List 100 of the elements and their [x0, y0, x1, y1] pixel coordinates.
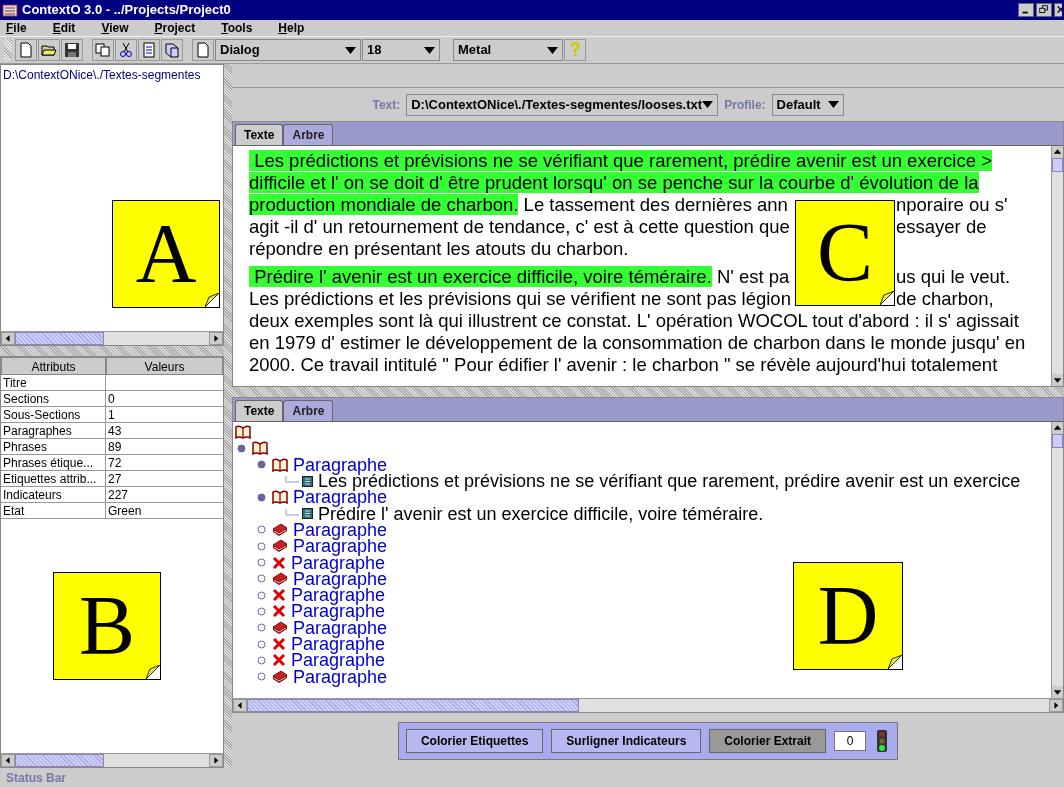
save-icon[interactable]	[61, 39, 83, 61]
collapsed-handle-icon[interactable]	[257, 590, 266, 600]
collapsed-handle-icon[interactable]	[257, 606, 266, 616]
body-text: us qui le veut.	[896, 266, 1011, 287]
table-cell: Etat	[1, 503, 106, 519]
highlighted-text: Les prédictions et prévisions ne se vérifiant que rarement, prédire avenir est un exercice >	[249, 150, 992, 171]
book-icon	[272, 539, 288, 554]
font-dropdown[interactable]: Dialog	[215, 39, 361, 61]
page-curl-icon	[146, 665, 160, 679]
column-header[interactable]: Valeurs	[106, 357, 223, 375]
open-folder-icon[interactable]	[38, 39, 60, 61]
vertical-scrollbar[interactable]	[1051, 146, 1063, 386]
body-text: agit -il d' un retournement de tendance, c' est à cette question que	[249, 216, 790, 237]
minimize-icon[interactable]	[1018, 3, 1034, 17]
profile-dropdown[interactable]: Default	[771, 93, 844, 116]
cross-icon	[272, 604, 286, 619]
dropdown-arrow-icon	[345, 46, 356, 54]
tree-connector-icon	[285, 508, 299, 519]
look-dropdown[interactable]: Metal	[453, 39, 563, 61]
menu-item[interactable]: Help	[278, 19, 305, 37]
toolbar-grip[interactable]	[4, 39, 12, 61]
document-stack-icon[interactable]	[161, 39, 183, 61]
scroll-thumb[interactable]	[1052, 158, 1063, 172]
expanded-handle-icon[interactable]	[237, 443, 246, 453]
profile-label: Profile:	[724, 96, 766, 114]
book-icon	[272, 571, 288, 586]
tab[interactable]: Texte	[235, 400, 284, 421]
collapsed-handle-icon[interactable]	[257, 672, 266, 682]
scroll-thumb[interactable]	[15, 754, 104, 767]
expanded-handle-icon[interactable]	[257, 460, 266, 470]
collapsed-handle-icon[interactable]	[257, 639, 266, 649]
collapsed-handle-icon[interactable]	[257, 525, 266, 535]
body-text: de charbon,	[896, 288, 994, 309]
collapsed-handle-icon[interactable]	[257, 541, 266, 551]
tab[interactable]: Texte	[235, 124, 284, 145]
cut-icon[interactable]	[115, 39, 137, 61]
horizontal-scrollbar[interactable]	[1, 753, 223, 767]
tab[interactable]: Arbre	[283, 124, 334, 145]
page-curl-icon	[888, 655, 902, 669]
sticky-note: B	[53, 572, 161, 680]
sticky-note: D	[793, 562, 903, 670]
action-button[interactable]: Colorier Etiquettes	[405, 728, 544, 753]
collapsed-handle-icon[interactable]	[257, 623, 266, 633]
cross-icon	[272, 555, 286, 570]
new-file-icon[interactable]	[15, 39, 37, 61]
menu-item[interactable]: Project	[154, 19, 196, 37]
table-cell: 1	[106, 407, 223, 423]
tree-item[interactable]: Paragraphe	[293, 456, 388, 473]
table-cell: 72	[106, 455, 223, 471]
copy-icon[interactable]	[92, 39, 114, 61]
counter-field[interactable]: 0	[834, 730, 867, 751]
table-cell: 27	[106, 471, 223, 487]
text-label: Text:	[372, 96, 401, 114]
menu-item[interactable]: File	[6, 19, 27, 37]
paste-icon[interactable]	[138, 39, 160, 61]
expanded-handle-icon[interactable]	[257, 492, 266, 502]
size-dropdown[interactable]: 18	[362, 39, 440, 61]
open-book-icon	[235, 425, 251, 440]
horizontal-scrollbar[interactable]	[233, 698, 1063, 712]
menu-item[interactable]: Edit	[52, 19, 76, 37]
tree-item[interactable]: Paragraphe	[293, 489, 388, 506]
body-text: essayer de	[896, 216, 987, 237]
sticky-note: A	[112, 200, 220, 308]
scroll-thumb[interactable]	[15, 332, 104, 345]
collapsed-handle-icon[interactable]	[257, 655, 266, 665]
close-icon[interactable]	[1054, 3, 1062, 17]
book-icon	[272, 620, 288, 635]
tab[interactable]: Arbre	[283, 400, 334, 421]
table-cell: Sous-Sections	[1, 407, 106, 423]
column-header[interactable]: Attributs	[1, 357, 106, 375]
table-cell: 43	[106, 423, 223, 439]
table-cell: Etiquettes attrib...	[1, 471, 106, 487]
menu-item[interactable]: View	[101, 19, 129, 37]
tree-item[interactable]: Paragraphe	[291, 636, 386, 652]
vertical-scrollbar[interactable]	[1051, 422, 1063, 698]
collapsed-handle-icon[interactable]	[257, 574, 266, 584]
horizontal-scrollbar[interactable]	[1, 331, 223, 345]
action-button[interactable]: Surligner Indicateurs	[551, 728, 702, 753]
scroll-thumb[interactable]	[1052, 434, 1063, 448]
tree-item[interactable]: Paragraphe	[291, 603, 386, 620]
sentence-text: Les prédictions et prévisions ne se vérifiant que rarement, prédire avenir est un exercice	[318, 473, 1021, 490]
action-button[interactable]: Colorier Extrait	[709, 728, 827, 753]
tree-item[interactable]: Paragraphe	[291, 652, 386, 669]
window-title: ContextO 3.0 - ../Projects/Project0	[22, 1, 231, 20]
app-icon	[2, 2, 18, 18]
tree-item[interactable]: Paragraphe	[291, 587, 386, 604]
collapsed-handle-icon[interactable]	[257, 558, 266, 567]
text-file-dropdown[interactable]: D:\ContextONice\./Textes-segmentes/looses.txt	[406, 93, 719, 116]
restore-icon[interactable]	[1036, 3, 1052, 17]
scroll-thumb[interactable]	[247, 699, 579, 712]
dropdown-arrow-icon	[827, 101, 839, 108]
body-text: Le tassement des dernières ann	[522, 194, 788, 215]
body-text: nporaire ou s'	[896, 194, 1008, 215]
tree-item[interactable]: Paragraphe	[293, 521, 388, 538]
file-path[interactable]: D:\ContextONice\./Textes-segmentes	[1, 65, 223, 84]
page-icon[interactable]	[192, 39, 214, 61]
menu-item[interactable]: Tools	[221, 19, 253, 37]
tree-item[interactable]: Paragraphe	[293, 538, 388, 555]
table-cell: 89	[106, 439, 223, 455]
table-cell: Green	[106, 503, 223, 519]
